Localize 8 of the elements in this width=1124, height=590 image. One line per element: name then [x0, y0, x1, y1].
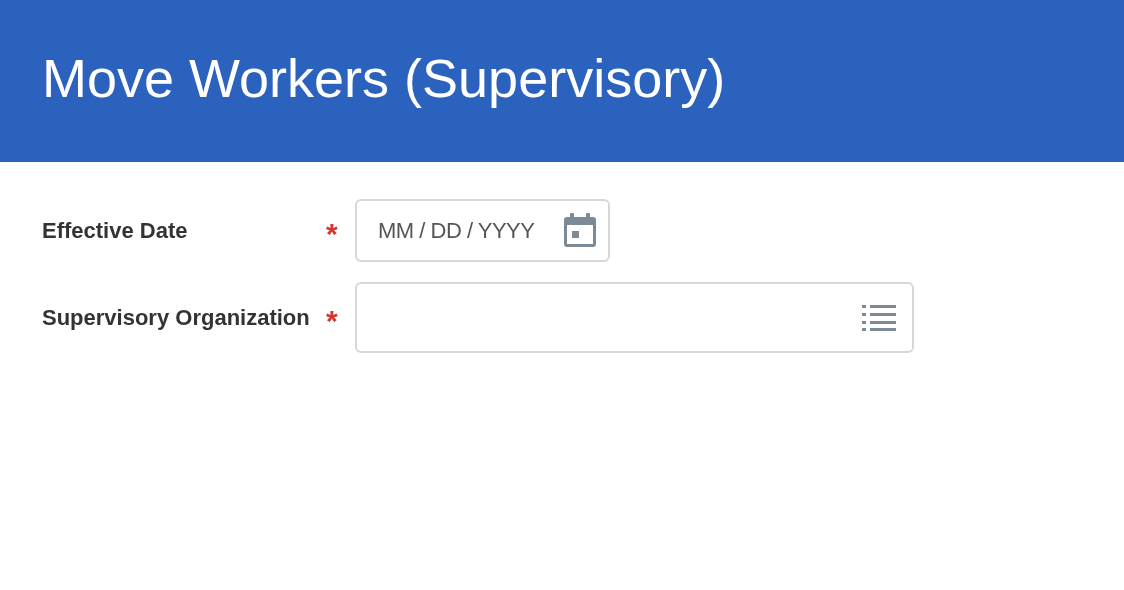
- list-icon[interactable]: [862, 304, 896, 331]
- field-label: Supervisory Organization: [42, 304, 311, 332]
- calendar-icon[interactable]: [563, 212, 597, 248]
- required-mark: *: [326, 302, 339, 336]
- prompt-field[interactable]: [355, 282, 914, 353]
- field-label: Effective Date: [42, 217, 189, 245]
- required-mark: *: [326, 215, 339, 249]
- date-field[interactable]: MM / DD / YYYY: [355, 199, 610, 262]
